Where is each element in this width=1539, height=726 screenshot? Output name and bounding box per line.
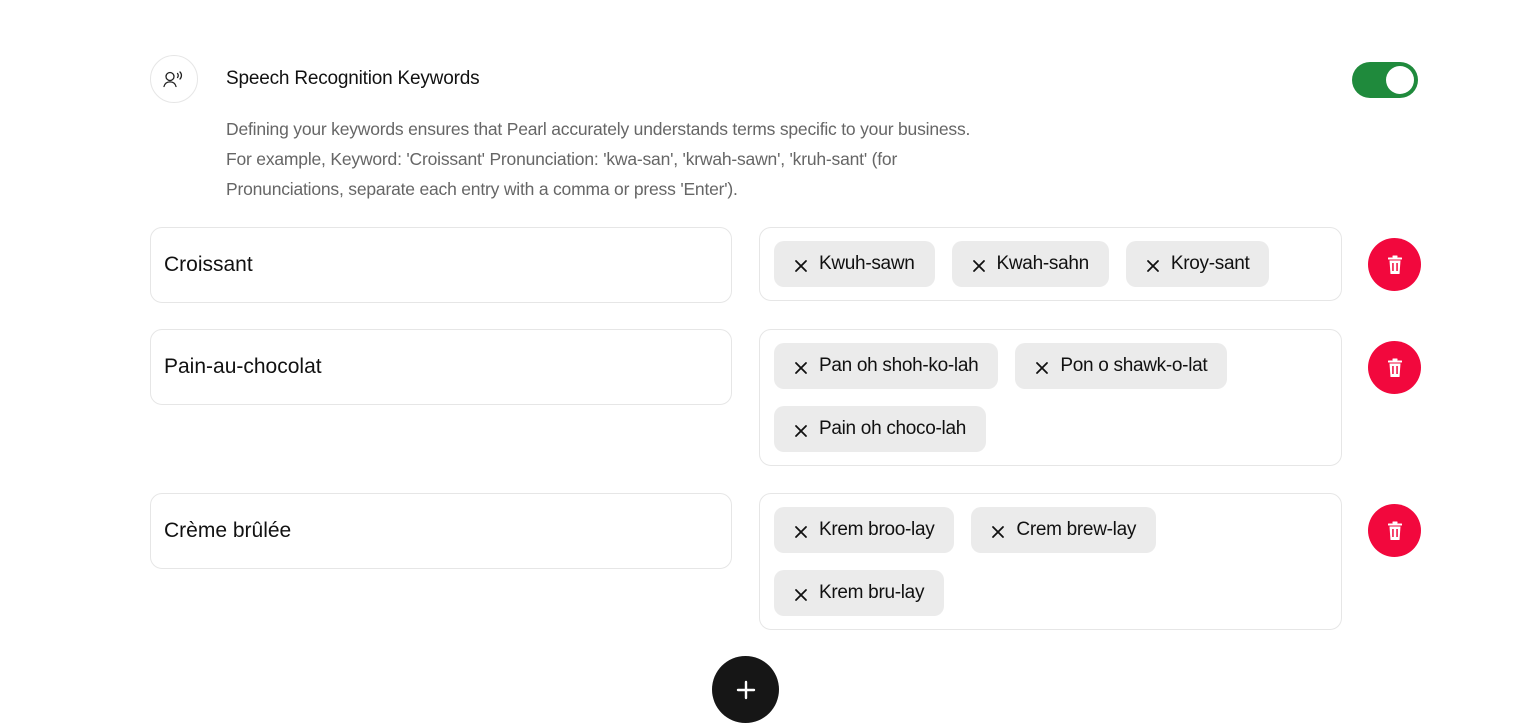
pronunciation-label: Crem brew-lay bbox=[1016, 519, 1137, 540]
keyword-input[interactable]: Crème brûlée bbox=[150, 493, 732, 569]
close-icon[interactable] bbox=[972, 257, 986, 272]
pronunciation-chip: Pan oh shoh-ko-lah bbox=[774, 343, 999, 389]
pronunciation-label: Kwah-sahn bbox=[996, 253, 1090, 274]
keywords-toggle[interactable] bbox=[1352, 62, 1418, 98]
trash-icon bbox=[1387, 255, 1402, 274]
pronunciation-input[interactable]: Kwuh-sawn Kwah-sahn Kroy-sant bbox=[759, 227, 1342, 301]
keyword-input[interactable]: Croissant bbox=[150, 227, 732, 303]
pronunciation-chip: Pain oh choco-lah bbox=[774, 405, 987, 452]
close-icon[interactable] bbox=[794, 359, 808, 374]
trash-icon bbox=[1387, 521, 1402, 540]
feature-description: Defining your keywords ensures that Pear… bbox=[226, 119, 971, 199]
close-icon[interactable] bbox=[991, 523, 1005, 538]
keyword-input[interactable]: Pain-au-chocolat bbox=[150, 329, 732, 405]
pronunciation-label: Kroy-sant bbox=[1170, 253, 1250, 274]
close-icon[interactable] bbox=[794, 586, 808, 601]
delete-keyword-button[interactable] bbox=[1368, 238, 1421, 291]
pronunciation-label: Pain oh choco-lah bbox=[819, 417, 967, 439]
speech-icon bbox=[150, 55, 198, 103]
add-keyword-button[interactable] bbox=[712, 656, 779, 723]
close-icon[interactable] bbox=[1035, 359, 1049, 374]
close-icon[interactable] bbox=[794, 257, 808, 272]
keywords-settings-page: Speech Recognition Keywords Defining you… bbox=[0, 0, 1539, 726]
pronunciation-label: Pon o shawk-o-lat bbox=[1060, 355, 1208, 376]
pronunciation-label: Kwuh-sawn bbox=[819, 253, 915, 274]
delete-keyword-button[interactable] bbox=[1368, 504, 1421, 557]
close-icon[interactable] bbox=[794, 523, 808, 538]
delete-keyword-button[interactable] bbox=[1368, 341, 1421, 394]
pronunciation-chip: Krem broo-lay bbox=[774, 507, 955, 553]
plus-icon bbox=[736, 680, 755, 699]
pronunciation-chip: Pon o shawk-o-lat bbox=[1015, 343, 1228, 389]
close-icon[interactable] bbox=[794, 422, 808, 437]
feature-title: Speech Recognition Keywords bbox=[226, 68, 480, 89]
pronunciation-label: Krem bru-lay bbox=[819, 581, 925, 603]
pronunciation-chip: Crem brew-lay bbox=[971, 507, 1157, 553]
pronunciation-input[interactable]: Krem broo-lay Crem brew-lay Krem bru-lay bbox=[759, 493, 1342, 630]
pronunciation-chip: Kwuh-sawn bbox=[774, 241, 935, 287]
pronunciation-chip: Kroy-sant bbox=[1125, 241, 1270, 287]
pronunciation-label: Krem broo-lay bbox=[819, 519, 935, 540]
pronunciation-input[interactable]: Pan oh shoh-ko-lah Pon o shawk-o-lat Pai… bbox=[759, 329, 1342, 466]
close-icon[interactable] bbox=[1146, 257, 1160, 272]
toggle-knob bbox=[1386, 66, 1414, 94]
pronunciation-chip: Kwah-sahn bbox=[951, 241, 1109, 287]
trash-icon bbox=[1387, 358, 1402, 377]
pronunciation-label: Pan oh shoh-ko-lah bbox=[819, 355, 979, 376]
pronunciation-chip: Krem bru-lay bbox=[774, 569, 945, 616]
